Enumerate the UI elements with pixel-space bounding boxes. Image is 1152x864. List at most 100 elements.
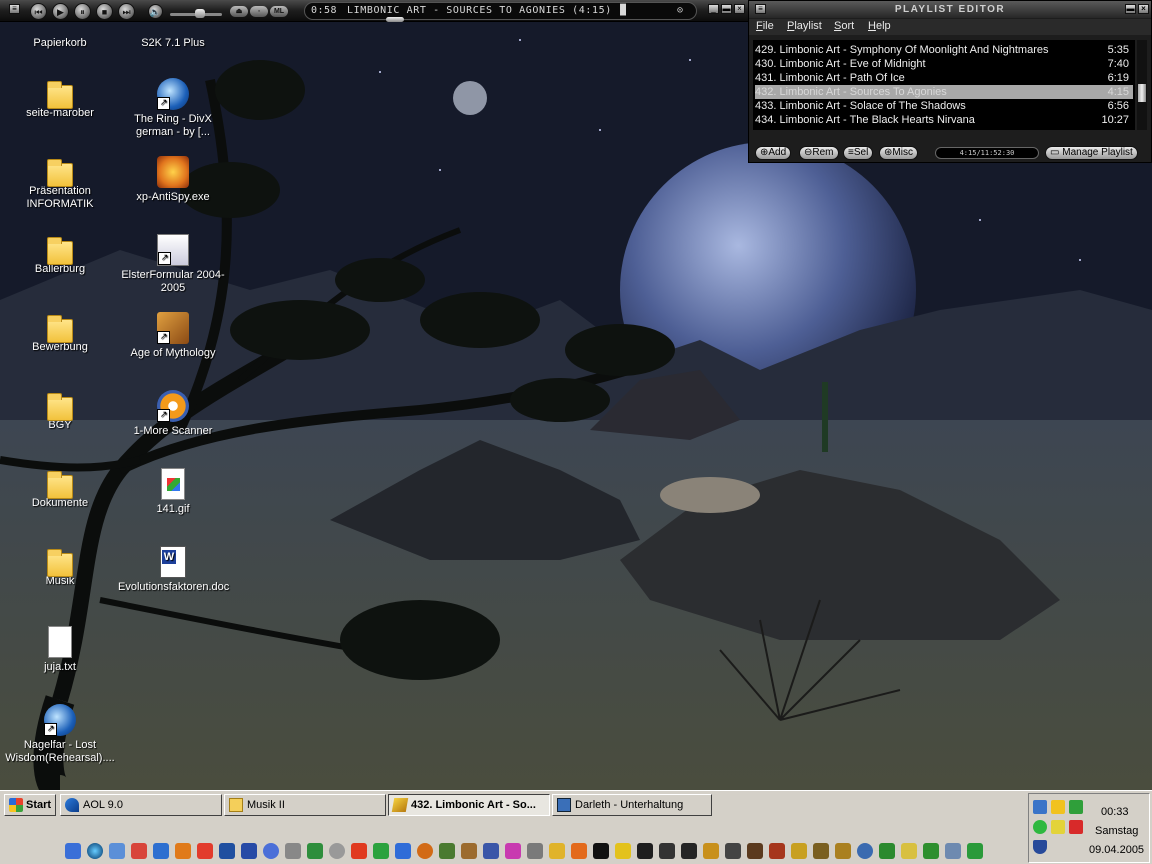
- quicklaunch-icon[interactable]: [197, 843, 213, 859]
- quicklaunch-icon[interactable]: [329, 843, 345, 859]
- playlist-row-selected[interactable]: 432. Limbonic Art - Sources To Agonies 4…: [755, 85, 1133, 99]
- quicklaunch-icon[interactable]: [483, 843, 499, 859]
- network-users-icon[interactable]: [1033, 800, 1047, 814]
- quicklaunch-icon[interactable]: [505, 843, 521, 859]
- desktop-icon-juja-txt[interactable]: juja.txt: [5, 626, 115, 674]
- desktop-icon-dokumente[interactable]: Dokumente: [5, 470, 115, 510]
- playlist-scrollbar[interactable]: [1137, 40, 1147, 130]
- winamp-menu-icon[interactable]: ≡: [9, 4, 20, 14]
- tray-clock-time[interactable]: 00:33: [1101, 806, 1129, 818]
- taskbar-button-aol[interactable]: AOL 9.0: [60, 794, 222, 816]
- quicklaunch-icon[interactable]: [879, 843, 895, 859]
- playlist-row[interactable]: 433. Limbonic Art - Solace of The Shadow…: [755, 99, 1133, 113]
- quicklaunch-icon[interactable]: [747, 843, 763, 859]
- desktop-icon-141-gif[interactable]: 141.gif: [118, 468, 228, 516]
- eject-button[interactable]: ⏏: [230, 6, 248, 17]
- security-warning-icon[interactable]: [1051, 800, 1065, 814]
- quicklaunch-icon[interactable]: [263, 843, 279, 859]
- pause-button[interactable]: ⏸: [74, 3, 91, 20]
- quicklaunch-icon[interactable]: [791, 843, 807, 859]
- quicklaunch-icon[interactable]: [131, 843, 147, 859]
- quicklaunch-icon[interactable]: [175, 843, 191, 859]
- quicklaunch-icon[interactable]: [87, 843, 103, 859]
- quicklaunch-icon[interactable]: [395, 843, 411, 859]
- next-button[interactable]: ⏭: [118, 3, 135, 20]
- desktop-icon-1-more-scanner[interactable]: 1-More Scanner: [118, 390, 228, 438]
- select-button[interactable]: ≡Sel: [843, 146, 874, 160]
- desktop-icon-praesentation[interactable]: Präsentation INFORMATIK: [5, 158, 115, 211]
- taskbar-button-winamp[interactable]: 432. Limbonic Art - So...: [388, 794, 550, 816]
- desktop-icon-evolutionsfaktoren[interactable]: Evolutionsfaktoren.doc: [118, 546, 229, 594]
- minimize-button[interactable]: _: [708, 4, 719, 14]
- quicklaunch-icon[interactable]: [967, 843, 983, 859]
- quicklaunch-icon[interactable]: [351, 843, 367, 859]
- play-button[interactable]: ▶: [52, 3, 69, 20]
- winamp-main-window[interactable]: ≡ ⏮ ▶ ⏸ ■ ⏭ 🔈 ⏏ ◦ ML 0:58 LIMBONIC ART -…: [0, 0, 748, 22]
- playlist-menu-icon[interactable]: ≡: [755, 4, 766, 14]
- equalizer-toggle-icon[interactable]: ◦: [250, 6, 268, 17]
- desktop-icon-age-of-mythology[interactable]: Age of Mythology: [118, 312, 228, 360]
- desktop-icon-seite-marober[interactable]: seite-marober: [5, 80, 115, 120]
- quicklaunch-icon[interactable]: [615, 843, 631, 859]
- menu-help[interactable]: Help: [868, 20, 891, 32]
- seek-bar-knob[interactable]: [386, 17, 404, 22]
- desktop-icon-nagelfar[interactable]: Nagelfar - Lost Wisdom(Rehearsal)....: [5, 704, 115, 765]
- playlist-row[interactable]: 429. Limbonic Art - Symphony Of Moonligh…: [755, 43, 1133, 57]
- volume-speaker-icon[interactable]: 🔈: [148, 4, 163, 19]
- media-library-button[interactable]: ML: [270, 6, 288, 17]
- taskbar-button-darleth[interactable]: Darleth - Unterhaltung: [552, 794, 712, 816]
- quicklaunch-icon[interactable]: [241, 843, 257, 859]
- quicklaunch-icon[interactable]: [637, 843, 653, 859]
- quicklaunch-icon[interactable]: [153, 843, 169, 859]
- quicklaunch-icon[interactable]: [219, 843, 235, 859]
- quicklaunch-icon[interactable]: [417, 843, 433, 859]
- desktop-icon-bewerbung[interactable]: Bewerbung: [5, 314, 115, 354]
- quicklaunch-icon[interactable]: [527, 843, 543, 859]
- quicklaunch-icon[interactable]: [549, 843, 565, 859]
- desktop-icon-papierkorb[interactable]: Papierkorb: [5, 20, 115, 50]
- quicklaunch-icon[interactable]: [373, 843, 389, 859]
- shield-icon[interactable]: [1033, 840, 1047, 854]
- add-button[interactable]: ⊕Add: [755, 146, 792, 160]
- menu-playlist[interactable]: Playlist: [787, 20, 822, 32]
- quicklaunch-icon[interactable]: [461, 843, 477, 859]
- desktop-icon-bgy[interactable]: BGY: [5, 392, 115, 432]
- quicklaunch-icon[interactable]: [285, 843, 301, 859]
- quicklaunch-icon[interactable]: [659, 843, 675, 859]
- quicklaunch-icon[interactable]: [769, 843, 785, 859]
- menu-file[interactable]: File: [756, 20, 774, 32]
- playlist-titlebar[interactable]: ≡ PLAYLIST EDITOR ▬ ×: [749, 1, 1151, 18]
- close-button[interactable]: ×: [734, 4, 745, 14]
- manage-playlist-button[interactable]: ▭ Manage Playlist: [1045, 146, 1138, 160]
- playlist-shade-button[interactable]: ▬: [1125, 4, 1136, 14]
- network-icon[interactable]: [1069, 800, 1083, 814]
- start-button[interactable]: Start: [4, 794, 56, 816]
- quicklaunch-icon[interactable]: [835, 843, 851, 859]
- quicklaunch-icon[interactable]: [857, 843, 873, 859]
- quicklaunch-icon[interactable]: [945, 843, 961, 859]
- desktop-icon-xp-antispy[interactable]: xp-AntiSpy.exe: [118, 156, 228, 204]
- desktop-icon-the-ring[interactable]: The Ring - DivX german - by [...: [118, 78, 228, 139]
- playlist-row[interactable]: 431. Limbonic Art - Path Of Ice 6:19: [755, 71, 1133, 85]
- quicklaunch-icon[interactable]: [571, 843, 587, 859]
- playlist-row[interactable]: 434. Limbonic Art - The Black Hearts Nir…: [755, 113, 1133, 127]
- menu-sort[interactable]: Sort: [834, 20, 854, 32]
- status-green-icon[interactable]: [1033, 820, 1047, 834]
- quicklaunch-icon[interactable]: [703, 843, 719, 859]
- stop-button[interactable]: ■: [96, 3, 113, 20]
- quicklaunch-icon[interactable]: [923, 843, 939, 859]
- taskbar-button-musik-ii[interactable]: Musik II: [224, 794, 386, 816]
- desktop-icon-elsterformular[interactable]: ElsterFormular 2004-2005: [118, 234, 228, 295]
- quicklaunch-icon[interactable]: [681, 843, 697, 859]
- quicklaunch-icon[interactable]: [439, 843, 455, 859]
- playlist-row[interactable]: 430. Limbonic Art - Eve of Midnight 7:40: [755, 57, 1133, 71]
- playlist-tracklist[interactable]: 429. Limbonic Art - Symphony Of Moonligh…: [753, 40, 1135, 130]
- playlist-close-button[interactable]: ×: [1138, 4, 1149, 14]
- desktop-icon-ballerburg[interactable]: Ballerburg: [5, 236, 115, 276]
- volume-slider-knob[interactable]: [195, 9, 205, 18]
- previous-button[interactable]: ⏮: [30, 3, 47, 20]
- antivirus-icon[interactable]: [1069, 820, 1083, 834]
- quicklaunch-icon[interactable]: [65, 843, 81, 859]
- quicklaunch-icon[interactable]: [901, 843, 917, 859]
- messenger-icon[interactable]: [1051, 820, 1065, 834]
